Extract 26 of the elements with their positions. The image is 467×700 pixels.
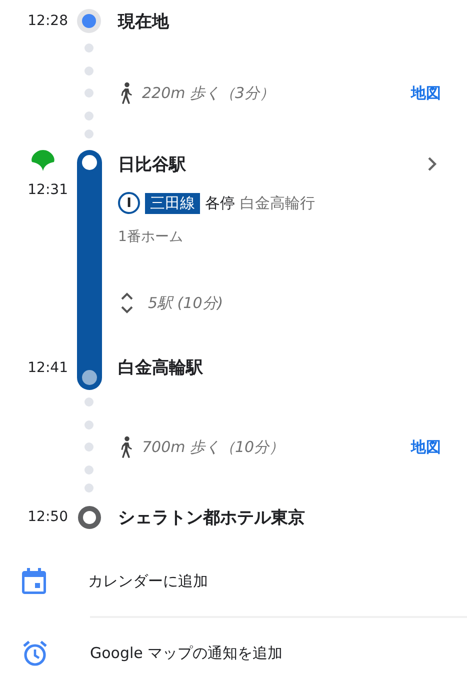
time-label: 12:50 [28, 509, 69, 525]
stop-name: シェラトン都ホテル東京 [117, 506, 306, 528]
stop-name: 現在地 [116, 10, 170, 32]
walk-info: 220m 歩く（3分） [142, 84, 275, 102]
station-name: 白金高輪駅 [117, 356, 203, 378]
line-name: 三田線 [145, 192, 200, 214]
action-item[interactable]: カレンダーに追加 [0, 552, 467, 610]
time-label: 12:31 [28, 182, 69, 198]
time-label: 12:28 [28, 13, 69, 29]
ginkgo-leaf-icon [30, 150, 56, 172]
direction-label: 白金高輪行 [240, 194, 315, 212]
platform-label: 1番ホーム [118, 228, 183, 246]
walk-info: 700m 歩く（10分） [142, 438, 284, 456]
map-link[interactable]: 地図 [411, 438, 441, 456]
stops-count: 5駅 (10分) [148, 294, 224, 312]
station-name: 日比谷駅 [117, 154, 186, 176]
map-link[interactable]: 地図 [411, 84, 441, 102]
alarm-clock-icon [22, 640, 48, 666]
time-label: 12:41 [28, 360, 69, 376]
chevron-right-icon[interactable] [427, 156, 437, 172]
service-type: 各停 [205, 194, 235, 212]
calendar-icon [22, 568, 46, 594]
expand-icon[interactable] [120, 291, 134, 315]
destination-icon [78, 506, 100, 528]
action-item[interactable]: Google マップの通知を追加 [0, 624, 467, 682]
current-location-icon [77, 9, 101, 33]
